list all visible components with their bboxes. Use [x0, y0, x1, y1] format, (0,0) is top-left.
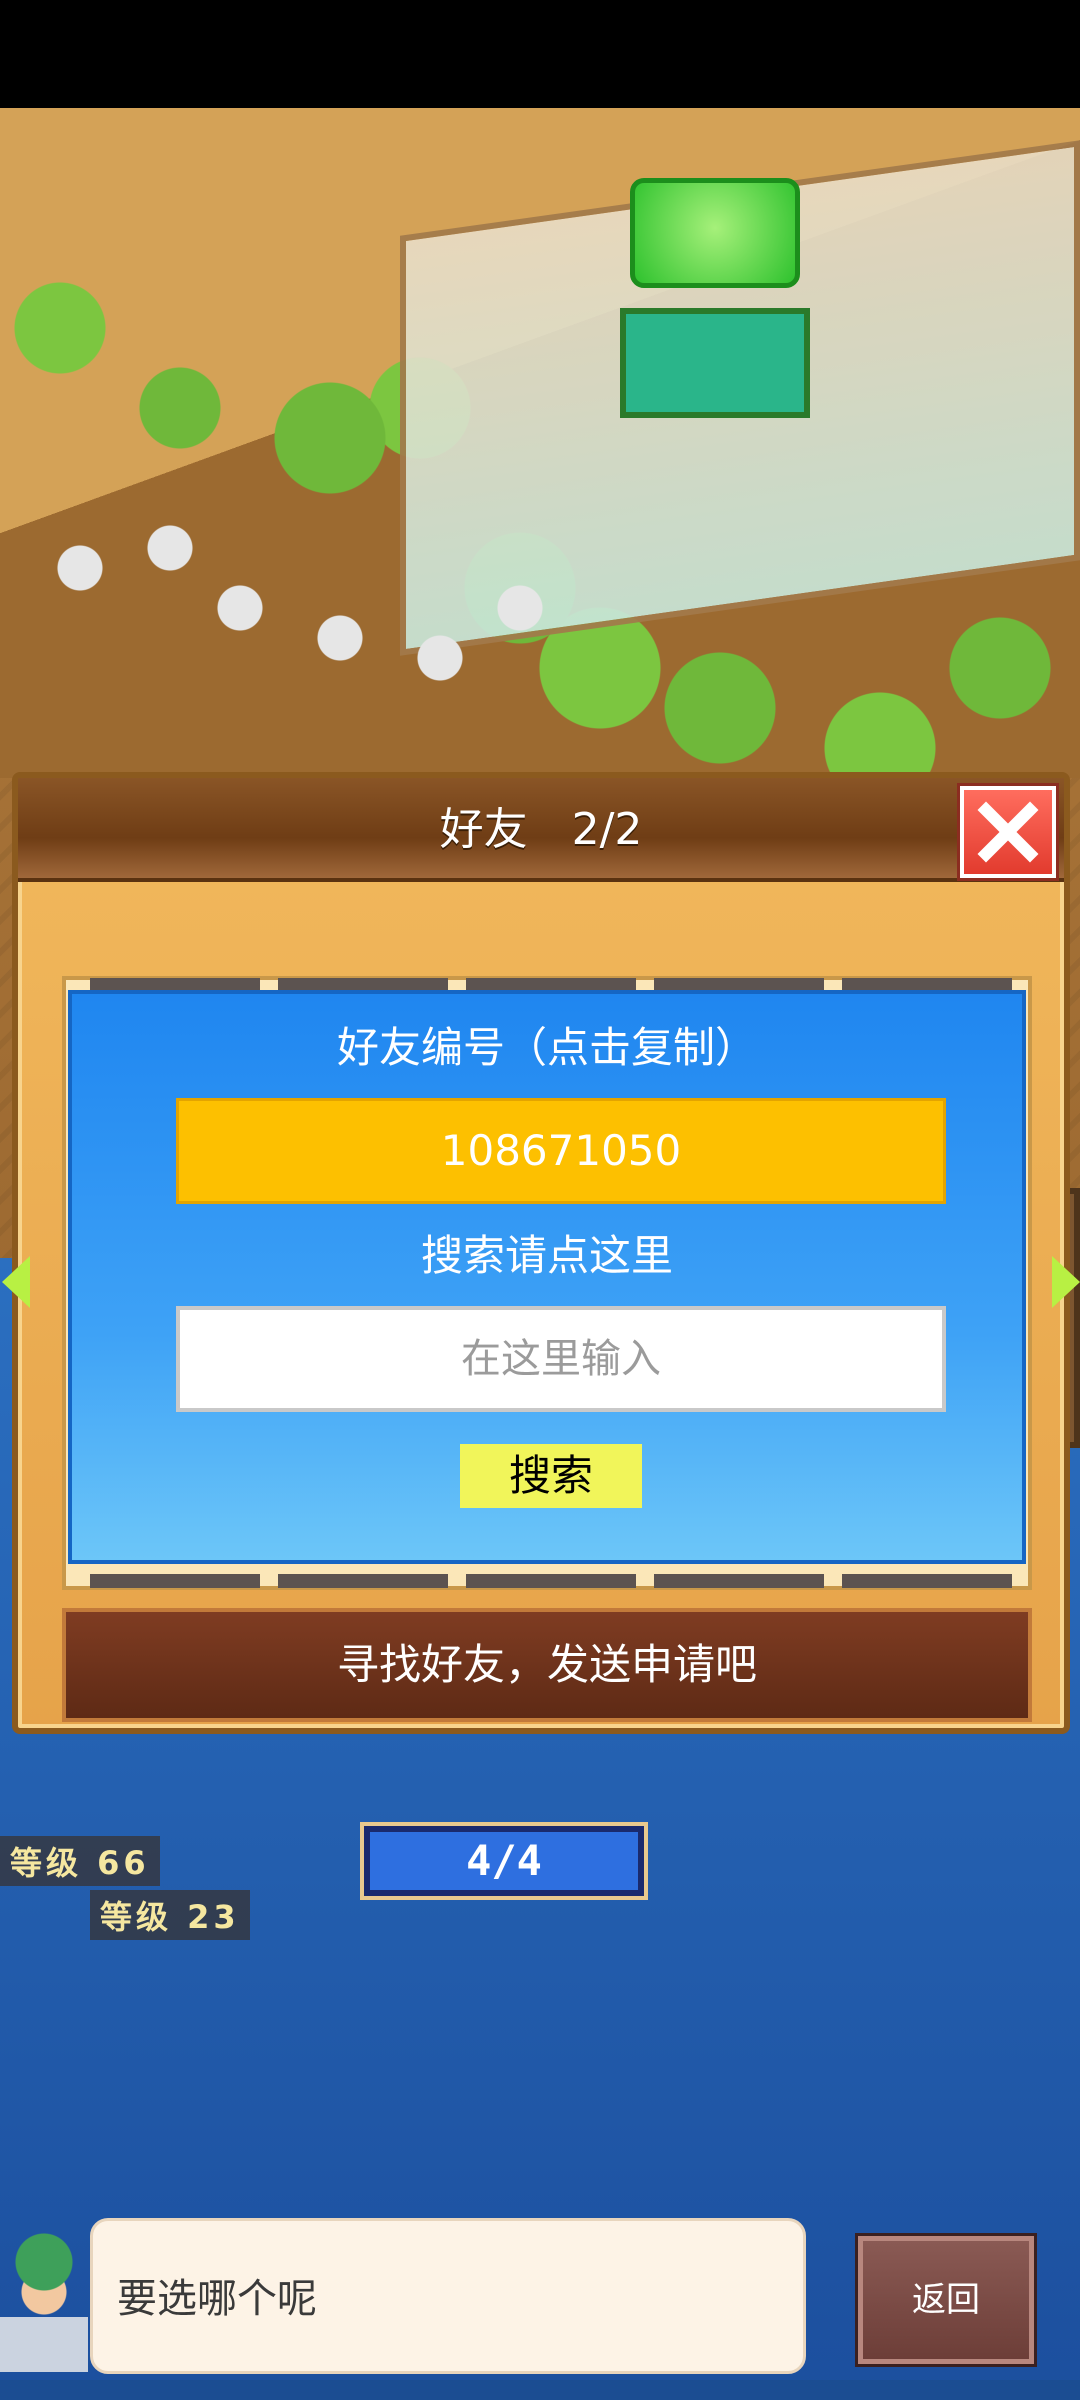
- arrow-right-icon[interactable]: [1052, 1256, 1080, 1308]
- friend-marker-icon: [630, 178, 800, 288]
- search-label: 搜索请点这里: [420, 1231, 673, 1280]
- panel-tabs-bottom: [90, 1574, 1012, 1588]
- back-button[interactable]: 返回: [858, 2236, 1034, 2364]
- bed-sprite: [620, 308, 810, 418]
- capacity-badge: 4/4: [364, 1826, 644, 1896]
- search-button[interactable]: 搜索: [460, 1444, 642, 1508]
- level-label: 等级: [10, 1844, 83, 1882]
- level-tag-1: 等级 66: [0, 1836, 160, 1886]
- friends-dialog: 好友 2/2 好友编号（点击复制） 108671050 搜索请点这里 搜索 寻找…: [2, 772, 1080, 1734]
- bottom-edge: [0, 2380, 1080, 2400]
- arrow-left-icon[interactable]: [2, 1256, 30, 1308]
- find-friends-button[interactable]: 寻找好友，发送申请吧: [62, 1608, 1032, 1722]
- panel-frame: 好友编号（点击复制） 108671050 搜索请点这里 搜索: [62, 976, 1032, 1590]
- level-label: 等级: [100, 1898, 173, 1936]
- close-x-icon: [977, 801, 1039, 863]
- level-value: 66: [97, 1844, 150, 1882]
- friend-id-copy-field[interactable]: 108671050: [176, 1098, 946, 1204]
- level-value: 23: [187, 1898, 240, 1936]
- friend-id-label: 好友编号（点击复制）: [336, 1023, 757, 1072]
- search-input[interactable]: [176, 1306, 946, 1412]
- hint-text: 要选哪个呢: [117, 2276, 317, 2322]
- dialog-title: 好友 2/2: [439, 804, 643, 855]
- ore-rocks: [40, 508, 600, 728]
- level-tag-2: 等级 23: [90, 1890, 250, 1940]
- hint-bubble: 要选哪个呢: [90, 2218, 806, 2374]
- advisor-avatar: [0, 2222, 88, 2372]
- close-button[interactable]: [960, 786, 1056, 878]
- status-bar: [0, 0, 1080, 108]
- friend-id-panel: 好友编号（点击复制） 108671050 搜索请点这里 搜索: [68, 990, 1026, 1564]
